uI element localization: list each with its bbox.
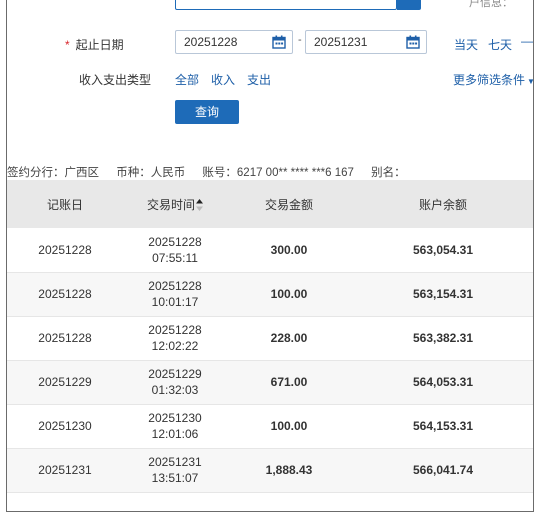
transaction-clock: 13:51:07: [151, 471, 199, 485]
table-row[interactable]: 20251228 20251228 10:01:17 100.00 563,154…: [7, 272, 533, 317]
transaction-clock: 10:01:17: [151, 295, 199, 309]
date-separator: -: [298, 34, 302, 46]
column-header-balance: 账户余额: [351, 180, 533, 228]
transaction-time-cell: 20251230 12:01:06: [123, 404, 227, 449]
account-info-label: 户信息：: [469, 0, 513, 9]
sort-icon[interactable]: [196, 198, 203, 211]
transaction-time-cell: 20251228 07:55:11: [123, 228, 227, 273]
calendar-icon[interactable]: [272, 35, 286, 49]
column-header-transaction-time[interactable]: 交易时间: [123, 180, 227, 228]
top-search-input[interactable]: [175, 0, 397, 10]
transaction-time-cell: 20251231 13:51:07: [123, 448, 227, 493]
transaction-clock: 12:02:22: [151, 339, 199, 353]
query-button[interactable]: 查询: [175, 100, 239, 124]
column-header-transaction-time-label: 交易时间: [146, 197, 195, 212]
type-option-income[interactable]: 收入: [211, 71, 235, 88]
amount-cell: 671.00: [227, 360, 351, 405]
transaction-clock: 07:55:11: [152, 250, 198, 265]
transaction-date: 20251231: [148, 455, 202, 469]
amount-cell: 100.00: [227, 272, 351, 317]
top-search-button[interactable]: [397, 0, 421, 10]
book-date-cell: 20251228: [7, 228, 123, 273]
amount-cell: 100.00: [227, 404, 351, 449]
quick-seven-days-link[interactable]: 七天: [488, 36, 512, 53]
more-filters-label: 更多筛选条件: [453, 73, 526, 87]
amount-cell: 1,888.43: [227, 448, 351, 493]
transaction-date: 20251228: [148, 323, 202, 337]
transaction-time-cell: 20251228 10:01:17: [123, 272, 227, 317]
book-date-cell: 20251230: [7, 404, 123, 449]
start-date-value: 20251228: [184, 35, 238, 49]
book-date-cell: 20251228: [7, 272, 123, 317]
book-date-cell: 20251231: [7, 448, 123, 493]
transaction-time-cell: 20251229 01:32:03: [123, 360, 227, 405]
amount-cell: 228.00: [227, 316, 351, 361]
transaction-clock: 01:32:03: [151, 383, 199, 397]
branch-info: 签约分行：广西区: [7, 167, 99, 179]
alias-info: 别名：: [371, 167, 406, 179]
caret-down-icon: ▼: [527, 77, 533, 86]
quick-more-dash[interactable]: —: [521, 34, 533, 48]
more-filters-link[interactable]: 更多筛选条件▼: [453, 71, 533, 88]
date-range-label: 起止日期: [75, 38, 124, 52]
table-row[interactable]: 20251228 20251228 12:02:22 228.00 563,382…: [7, 316, 533, 361]
table-row[interactable]: 20251228 20251228 07:55:11 300.00 563,054…: [7, 228, 533, 273]
type-option-all[interactable]: 全部: [175, 71, 199, 88]
column-header-amount: 交易金额: [227, 180, 351, 228]
table-header-row: 记账日 交易时间 交易金额 账户余额: [7, 180, 533, 228]
balance-cell: 564,053.31: [351, 360, 533, 405]
balance-cell: 566,041.74: [351, 448, 533, 493]
column-header-book-date: 记账日: [7, 180, 123, 228]
transaction-clock: 12:01:06: [151, 427, 199, 441]
book-date-cell: 20251228: [7, 316, 123, 361]
balance-cell: 563,154.31: [351, 272, 533, 317]
calendar-icon[interactable]: [406, 35, 420, 49]
table-row[interactable]: 20251229 20251229 01:32:03 671.00 564,053…: [7, 360, 533, 405]
balance-cell: 564,153.31: [351, 404, 533, 449]
type-label: 收入支出类型: [79, 73, 152, 87]
table-row[interactable]: 20251230 20251230 12:01:06 100.00 564,153…: [7, 404, 533, 449]
transaction-time-cell: 20251228 12:02:22: [123, 316, 227, 361]
end-date-value: 20251231: [314, 35, 368, 49]
end-date-field[interactable]: 20251231: [305, 30, 427, 54]
amount-cell: 300.00: [227, 228, 351, 273]
balance-cell: 563,382.31: [351, 316, 533, 361]
currency-info: 币种：人民币: [116, 167, 186, 179]
start-date-field[interactable]: 20251228: [175, 30, 293, 54]
table-row[interactable]: 20251231 20251231 13:51:07 1,888.43 566,0…: [7, 448, 533, 493]
type-option-expense[interactable]: 支出: [247, 71, 271, 88]
transactions-table: 记账日 交易时间 交易金额 账户余额 20251228 20251228 07:5…: [7, 180, 533, 493]
quick-today-link[interactable]: 当天: [454, 36, 478, 53]
account-info-line: 签约分行：广西区 币种：人民币 账号：6217 00** **** ***6 1…: [7, 164, 420, 180]
book-date-cell: 20251229: [7, 360, 123, 405]
balance-cell: 563,054.31: [351, 228, 533, 273]
transaction-date: 20251230: [148, 411, 202, 425]
transaction-query-panel: 户信息： * 起止日期 20251228 - 20251231 当天 七天 — …: [6, 0, 534, 512]
required-mark: *: [65, 38, 70, 52]
date-range-label-group: * 起止日期: [65, 36, 124, 53]
account-number-info: 账号：6217 00** **** ***6 167: [202, 167, 354, 179]
transaction-date: 20251228: [148, 234, 202, 249]
transaction-date: 20251229: [148, 367, 202, 381]
transaction-date: 20251228: [148, 279, 202, 293]
